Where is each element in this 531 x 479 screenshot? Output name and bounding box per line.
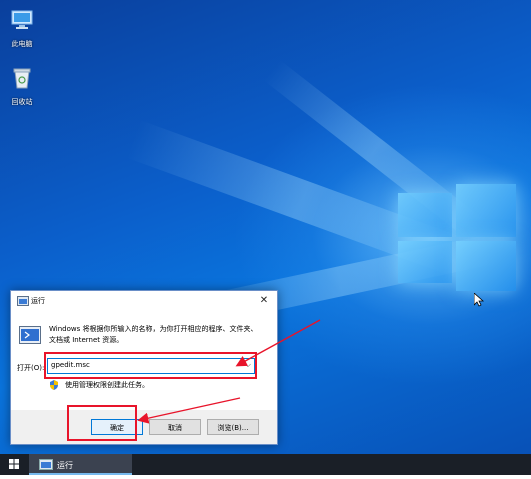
taskbar-item-label: 运行 (57, 461, 73, 470)
annotation-arrows (137, 319, 321, 424)
arrow-to-ok-button (137, 397, 241, 424)
start-button[interactable] (0, 454, 28, 475)
arrow-to-input (235, 319, 321, 367)
windows-start-icon (9, 459, 19, 469)
taskbar: 运行 (0, 454, 531, 475)
run-app-icon (39, 459, 53, 470)
taskbar-item-run[interactable]: 运行 (29, 454, 132, 475)
